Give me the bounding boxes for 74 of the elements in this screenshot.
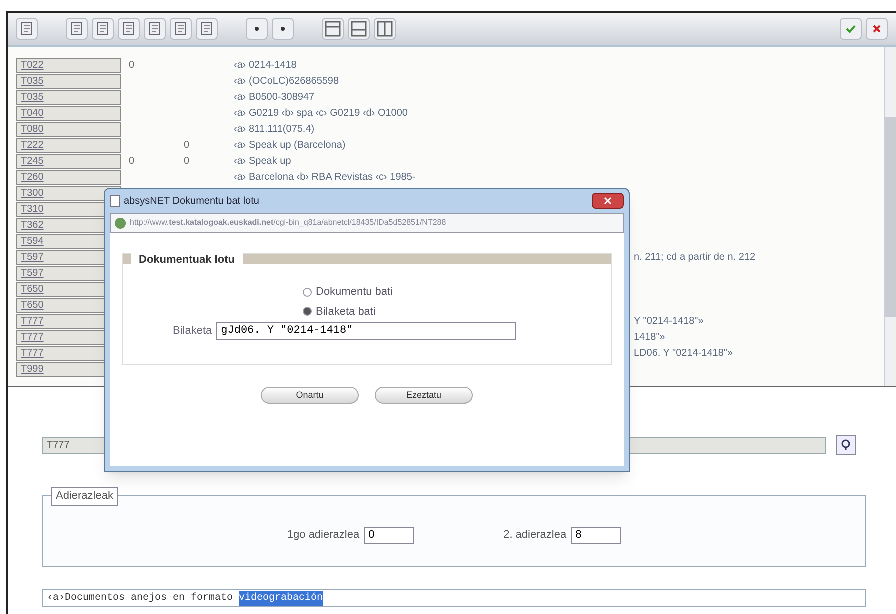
toolbar-button[interactable] xyxy=(16,18,38,40)
indicator-input[interactable]: 0 xyxy=(364,526,414,544)
toolbar-button[interactable] xyxy=(118,18,140,40)
selected-text: videograbación xyxy=(239,590,324,606)
dot-icon xyxy=(254,26,260,32)
search-label: Bilaketa xyxy=(173,324,212,339)
search-icon xyxy=(840,439,852,451)
close-icon xyxy=(871,23,883,35)
dialog-button[interactable]: Onartu xyxy=(261,387,359,404)
indicator-value: 0 xyxy=(129,60,135,70)
indicator-label: 2. adierazlea xyxy=(504,528,567,543)
field-content: ‹a› Speak up xyxy=(234,154,292,168)
scrollbar[interactable] xyxy=(884,47,896,386)
document-icon xyxy=(122,22,136,36)
check-icon xyxy=(845,23,857,35)
document-icon xyxy=(200,22,214,36)
content-input-field[interactable]: ‹a›Documentos anejos en formato videograbación xyxy=(42,589,866,607)
panel-legend: Adierazleak xyxy=(51,487,118,506)
indicator-value: 0 xyxy=(184,156,190,166)
field-content: ‹a› G0219 ‹b› spa ‹c› G0219 ‹d› O1000 xyxy=(234,106,408,120)
field-content: ‹a› (OCoLC)626865598 xyxy=(234,74,340,88)
toolbar-button[interactable] xyxy=(348,18,370,40)
toolbar-button[interactable] xyxy=(92,18,114,40)
dialog-button[interactable]: Ezeztatu xyxy=(375,387,473,404)
field-content: LD06. Y "0214-1418"» xyxy=(634,348,734,358)
toolbar-button[interactable] xyxy=(246,18,268,40)
layout-icon xyxy=(351,21,367,37)
field-tag[interactable]: T035 xyxy=(16,74,121,88)
field-tag[interactable]: T080 xyxy=(16,122,121,136)
search-input-field[interactable]: gJd06. Y "0214-1418" xyxy=(216,322,516,340)
field-content: ‹a› Speak up (Barcelona) xyxy=(234,138,346,152)
globe-icon xyxy=(115,218,126,228)
indicator-value: 0 xyxy=(184,140,190,150)
dialog-title: absysNET Dokumentu bat lotu xyxy=(124,194,260,208)
close-button[interactable] xyxy=(592,193,624,209)
content-text: ‹a›Documentos anejos en formato xyxy=(47,592,234,606)
field-tag[interactable]: T222 xyxy=(16,138,121,152)
field-content: 1418"» xyxy=(634,332,666,342)
field-tag[interactable]: T040 xyxy=(16,106,121,120)
layout-icon xyxy=(325,21,341,37)
field-tag[interactable]: T245 xyxy=(16,154,121,168)
url-text: http://www.test.katalogoak.euskadi.net/cgi-bin_q81a/abnetcl/18435/IDa5d52851/NT288 xyxy=(130,217,446,229)
field-tag[interactable]: T022 xyxy=(16,58,121,72)
radio-option[interactable]: Bilaketa bati xyxy=(303,304,611,320)
field-tag[interactable]: T035 xyxy=(16,90,121,104)
document-icon xyxy=(174,22,188,36)
indicator-value: 0 xyxy=(129,156,135,166)
document-icon xyxy=(20,22,34,36)
field-content: ‹a› 811.111(075.4) xyxy=(234,122,315,136)
dot-icon xyxy=(280,26,286,32)
page-icon xyxy=(110,195,120,207)
field-content: ‹a› Barcelona ‹b› RBA Revistas ‹c› 1985- xyxy=(234,170,416,184)
toolbar-button[interactable] xyxy=(170,18,192,40)
toolbar-button[interactable] xyxy=(272,18,294,40)
layout-icon xyxy=(377,21,393,37)
toolbar-button[interactable] xyxy=(322,18,344,40)
toolbar-button[interactable] xyxy=(66,18,88,40)
close-icon xyxy=(604,197,612,205)
indicator-label: 1go adierazlea xyxy=(287,528,360,543)
toolbar-button[interactable] xyxy=(196,18,218,40)
document-icon xyxy=(96,22,110,36)
toolbar-button[interactable] xyxy=(866,18,888,40)
field-content: Y "0214-1418"» xyxy=(634,316,704,326)
field-tag[interactable]: T260 xyxy=(16,170,121,184)
document-icon xyxy=(148,22,162,36)
field-content: ‹a› B0500-308947 xyxy=(234,90,315,104)
search-button[interactable] xyxy=(836,435,856,455)
indicator-input[interactable]: 8 xyxy=(570,526,621,544)
field-content: ‹a› 0214-1418 xyxy=(234,58,297,72)
toolbar-button[interactable] xyxy=(374,18,396,40)
toolbar-button[interactable] xyxy=(144,18,166,40)
radio-option[interactable]: Dokumentu bati xyxy=(303,284,611,300)
document-icon xyxy=(70,22,84,36)
field-content: n. 211; cd a partir de n. 212 xyxy=(634,252,756,262)
